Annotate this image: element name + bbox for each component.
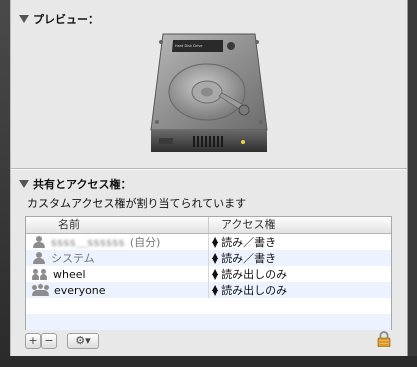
desktop-background [0, 0, 10, 367]
stepper-arrows-icon: ▲ ▼ [212, 267, 219, 281]
user-name: everyone [54, 283, 106, 297]
section-divider-highlight [11, 169, 407, 170]
table-row-empty [26, 298, 391, 314]
user-icon [32, 252, 46, 264]
access-popup[interactable]: ▲ ▼ 読み出しのみ [209, 282, 391, 298]
user-name-suffix: (自分) [129, 236, 161, 249]
column-header-access[interactable]: アクセス権 [209, 217, 391, 233]
access-value: 読み／書き [221, 236, 277, 249]
stepper-arrows-icon: ▲ ▼ [212, 283, 219, 297]
sharing-section-header[interactable]: 共有とアクセス権： [19, 176, 131, 192]
user-name: ssss＿ssssss [51, 236, 125, 249]
stepper-arrows-icon: ▲ ▼ [212, 235, 219, 249]
disclosure-triangle-icon[interactable] [19, 180, 29, 188]
user-name: システム [51, 252, 95, 265]
user-name: wheel [53, 267, 86, 281]
stepper-arrows-icon: ▲ ▼ [212, 251, 219, 265]
access-value: 読み／書き [221, 252, 277, 265]
hard-disk-icon: Hard Disk Drive [150, 33, 268, 152]
access-value: 読み出しのみ [221, 268, 288, 281]
access-value: 読み出しのみ [221, 284, 288, 297]
user-icon [32, 236, 46, 248]
table-row-empty [26, 314, 391, 330]
access-popup[interactable]: ▲ ▼ 読み／書き [209, 234, 391, 250]
table-row[interactable]: everyone ▲ ▼ 読み出しのみ [26, 282, 391, 298]
action-menu-button[interactable]: ⚙▾ [67, 333, 99, 349]
access-popup[interactable]: ▲ ▼ 読み／書き [209, 250, 391, 266]
permissions-table[interactable]: 名前 アクセス権 ssss＿ssssss (自分) ▲ ▼ 読み／書き システム … [25, 216, 392, 330]
disclosure-triangle-icon[interactable] [19, 15, 29, 23]
desktop-background-bottom [0, 356, 417, 367]
access-popup[interactable]: ▲ ▼ 読み出しのみ [209, 266, 391, 282]
table-row[interactable]: ssss＿ssssss (自分) ▲ ▼ 読み／書き [26, 234, 391, 250]
table-header: 名前 アクセス権 [26, 217, 391, 234]
table-row[interactable]: システム ▲ ▼ 読み／書き [26, 250, 391, 266]
lock-icon[interactable] [377, 331, 391, 347]
add-button[interactable]: + [25, 333, 41, 349]
group-icon [32, 268, 48, 280]
preview-section-header[interactable]: プレビュー： [19, 11, 99, 27]
table-row[interactable]: wheel ▲ ▼ 読み出しのみ [26, 266, 391, 282]
sharing-header-label: 共有とアクセス権： [33, 178, 132, 191]
hdd-label-text: Hard Disk Drive [175, 44, 202, 48]
column-header-name[interactable]: 名前 [26, 217, 209, 233]
permissions-description: カスタムアクセス権が割り当てられています [27, 197, 247, 210]
everyone-icon [32, 284, 49, 296]
remove-button[interactable]: − [41, 333, 57, 349]
gear-icon: ⚙▾ [75, 334, 91, 347]
info-panel: プレビュー： Hard Disk Drive 共有とアクセス権： カスタムアクセ… [10, 0, 408, 356]
preview-header-label: プレビュー： [33, 13, 99, 26]
